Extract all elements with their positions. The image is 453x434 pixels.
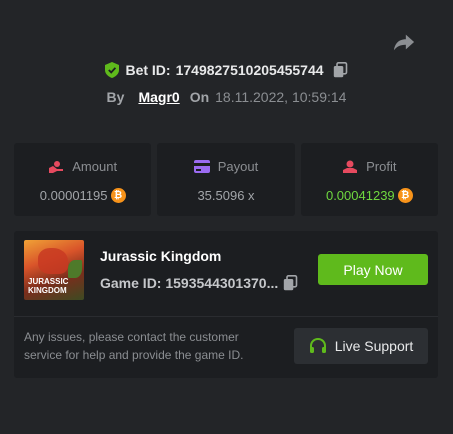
- shield-check-icon: [105, 62, 120, 78]
- thumb-title-line1: JURASSIC: [28, 277, 69, 286]
- divider: [14, 316, 438, 317]
- on-label: On: [189, 89, 210, 105]
- profit-icon: [343, 160, 358, 173]
- play-now-button[interactable]: Play Now: [318, 254, 428, 285]
- stat-profit: Profit 0.00041239 ₿: [300, 143, 438, 216]
- game-id-row: Game ID: 1593544301370...: [100, 275, 298, 291]
- headset-icon: [309, 337, 326, 353]
- profit-label: Profit: [366, 159, 397, 174]
- leaf-graphic: [68, 260, 82, 278]
- payout-label: Payout: [217, 159, 259, 174]
- stat-amount: Amount 0.00001195 ₿: [14, 143, 152, 216]
- payout-value: 35.5096 x: [197, 188, 255, 203]
- by-label: By: [106, 89, 125, 105]
- amount-value: 0.00001195: [39, 188, 108, 203]
- bitcoin-icon: ₿: [397, 188, 413, 203]
- bet-datetime: 18.11.2022, 10:59:14: [215, 89, 347, 105]
- payout-icon: [193, 160, 210, 173]
- copy-icon[interactable]: [333, 62, 348, 78]
- bet-id-label: Bet ID:: [125, 62, 171, 78]
- live-support-button[interactable]: Live Support: [294, 328, 428, 364]
- bet-meta-row: By Magr0 On 18.11.2022, 10:59:14: [0, 89, 453, 105]
- live-support-label: Live Support: [334, 338, 414, 354]
- copy-icon[interactable]: [283, 275, 298, 291]
- amount-label: Amount: [72, 159, 118, 174]
- amount-icon: [49, 160, 64, 173]
- game-card: JURASSIC KINGDOM Jurassic Kingdom Game I…: [14, 231, 438, 378]
- bet-id-row: Bet ID: 1749827510205455744: [0, 62, 453, 78]
- bet-stats: Amount 0.00001195 ₿ Payout 35.5096 x Pro…: [14, 143, 438, 216]
- game-thumbnail[interactable]: JURASSIC KINGDOM: [24, 240, 84, 300]
- dino-graphic: [38, 248, 68, 274]
- support-note: Any issues, please contact the customer …: [24, 330, 244, 362]
- stat-payout: Payout 35.5096 x: [157, 143, 295, 216]
- game-title: Jurassic Kingdom: [100, 248, 222, 264]
- profit-value: 0.00041239: [325, 188, 395, 203]
- username-link[interactable]: Magr0: [138, 89, 179, 105]
- share-icon[interactable]: [393, 32, 415, 52]
- game-id: Game ID: 1593544301370...: [100, 275, 279, 291]
- thumb-title-line2: KINGDOM: [28, 286, 67, 295]
- bitcoin-icon: ₿: [110, 188, 126, 203]
- bet-id-value: 1749827510205455744: [175, 62, 324, 78]
